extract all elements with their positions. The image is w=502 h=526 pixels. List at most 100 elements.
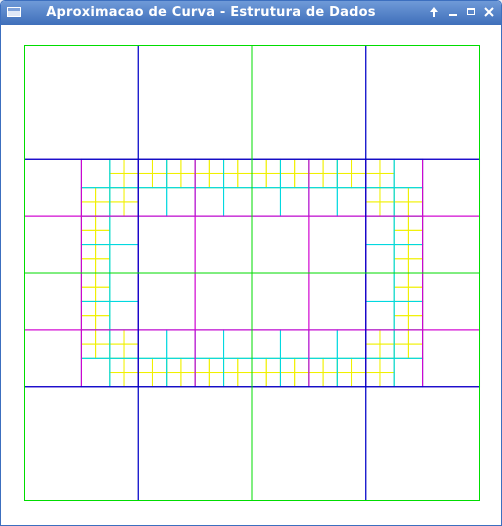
- quadtree-cell-level-4: [251, 187, 281, 217]
- quadtree-cell-level-5: [365, 329, 381, 345]
- maximize-icon[interactable]: [464, 5, 478, 19]
- quadtree-cell-level-5: [265, 172, 281, 189]
- quadtree-cell-level-5: [407, 187, 424, 203]
- quadtree-cell-level-4: [393, 158, 424, 189]
- quadtree-cell-level-5: [294, 172, 310, 189]
- quadtree-cell-level-2: [251, 386, 367, 501]
- quadtree-cell-level-5: [109, 158, 125, 174]
- quadtree-cell-level-3: [308, 272, 367, 331]
- quadtree-cell-level-5: [151, 357, 168, 374]
- quadtree-cell-level-5: [208, 357, 225, 374]
- quadtree-cell-level-5: [322, 172, 338, 189]
- quadtree-cell-level-5: [80, 343, 97, 359]
- quadtree-cell-level-5: [137, 172, 153, 189]
- quadtree-cell-level-3: [137, 272, 196, 331]
- quadtree-cell-level-5: [279, 372, 296, 388]
- quadtree-cell-level-5: [151, 158, 168, 174]
- quadtree-cell-level-5: [308, 357, 324, 374]
- quadtree-cell-level-5: [294, 372, 310, 388]
- quadtree-cell-level-5: [123, 201, 139, 217]
- quadtree-cell-level-5: [393, 215, 409, 231]
- quadtree-cell-level-4: [80, 357, 111, 388]
- quadtree-cell-level-5: [379, 372, 395, 388]
- quadtree-cell-level-3: [194, 272, 253, 331]
- quadtree-cell-level-2: [137, 45, 253, 160]
- quadtree-cell-level-5: [407, 258, 424, 274]
- quadtree-cell-level-4: [308, 187, 338, 217]
- quadtree-cell-level-5: [123, 372, 139, 388]
- quadtree-cell-level-5: [180, 372, 196, 388]
- quadtree-cell-level-5: [365, 372, 381, 388]
- quadtree-canvas[interactable]: [1, 25, 501, 525]
- quadtree-cell-level-5: [151, 372, 168, 388]
- quadtree-cell-level-5: [237, 172, 253, 189]
- quadtree-cell-level-5: [336, 158, 353, 174]
- quadtree-cell-level-5: [336, 357, 353, 374]
- quadtree-cell-level-2: [251, 45, 367, 160]
- quadtree-cell-level-5: [208, 372, 225, 388]
- quadtree-cell-level-3: [24, 158, 82, 217]
- minimize-icon[interactable]: [446, 5, 460, 19]
- quadtree-cell-level-5: [80, 187, 97, 203]
- quadtree-cell-level-5: [407, 286, 424, 302]
- quadtree-cell-level-5: [393, 286, 409, 302]
- quadtree-cell-level-5: [407, 201, 424, 217]
- arrow-up-icon[interactable]: [427, 5, 441, 19]
- quadtree-cell-level-5: [80, 300, 97, 317]
- quadtree-cell-level-4: [137, 329, 168, 359]
- quadtree-cell-level-5: [80, 215, 97, 231]
- quadtree-cell-level-3: [137, 215, 196, 274]
- quadtree-cell-level-3: [24, 215, 82, 274]
- quadtree-cell-level-5: [223, 172, 239, 189]
- quadtree-cell-level-4: [109, 244, 139, 274]
- close-icon[interactable]: [482, 5, 496, 19]
- quadtree-cell-level-5: [322, 357, 338, 374]
- quadtree-cell-level-5: [265, 158, 281, 174]
- quadtree-cell-level-5: [279, 158, 296, 174]
- quadtree-cell-level-5: [322, 158, 338, 174]
- quadtree-cell-level-5: [294, 158, 310, 174]
- quadtree-cell-level-5: [294, 357, 310, 374]
- quadtree-cell-level-5: [109, 201, 125, 217]
- quadtree-cell-level-5: [251, 357, 267, 374]
- app-window: Aproximacao de Curva - Estrutura de Dado…: [0, 0, 502, 526]
- quadtree-cell-level-5: [393, 187, 409, 203]
- window-title: Aproximacao de Curva - Estrutura de Dado…: [46, 5, 376, 20]
- quadtree-cell-level-5: [123, 187, 139, 203]
- quadtree-cell-level-5: [393, 258, 409, 274]
- quadtree-cell-level-4: [336, 187, 367, 217]
- quadtree-cell-level-5: [265, 357, 281, 374]
- quadtree-cell-level-5: [237, 357, 253, 374]
- title-bar[interactable]: Aproximacao de Curva - Estrutura de Dado…: [1, 1, 501, 25]
- quadtree-cell-level-3: [24, 272, 82, 331]
- quadtree-cell-level-5: [393, 272, 409, 288]
- quadtree-cell-level-5: [407, 215, 424, 231]
- quadtree-cell-level-4: [137, 187, 168, 217]
- quadtree-cell-level-5: [208, 172, 225, 189]
- quadtree-cell-level-5: [407, 343, 424, 359]
- quadtree-cell-level-5: [393, 229, 409, 246]
- quadtree-cell-level-3: [422, 329, 481, 388]
- quadtree-cell-level-5: [95, 187, 111, 203]
- quadtree-cell-level-4: [194, 187, 225, 217]
- quadtree-cell-level-5: [279, 357, 296, 374]
- quadtree-cell-level-5: [237, 158, 253, 174]
- quadtree-cell-level-5: [166, 357, 182, 374]
- quadtree-cell-level-5: [407, 329, 424, 345]
- quadtree-cell-level-5: [95, 272, 111, 288]
- quadtree-cell-level-5: [223, 357, 239, 374]
- quadtree-cell-level-5: [407, 272, 424, 288]
- quadtree-cell-level-5: [180, 158, 196, 174]
- quadtree-cell-level-5: [80, 272, 97, 288]
- quadtree-cell-level-5: [95, 315, 111, 331]
- quadtree-cell-level-4: [80, 158, 111, 189]
- quadtree-cell-level-5: [95, 229, 111, 246]
- quadtree-cell-level-4: [365, 300, 395, 331]
- quadtree-cell-level-4: [336, 329, 367, 359]
- quadtree-cell-level-5: [308, 158, 324, 174]
- app-window-icon[interactable]: [7, 7, 21, 17]
- quadtree-cell-level-5: [336, 172, 353, 189]
- quadtree-drawing: [24, 45, 481, 501]
- quadtree-cell-level-5: [137, 372, 153, 388]
- quadtree-cell-level-4: [223, 187, 253, 217]
